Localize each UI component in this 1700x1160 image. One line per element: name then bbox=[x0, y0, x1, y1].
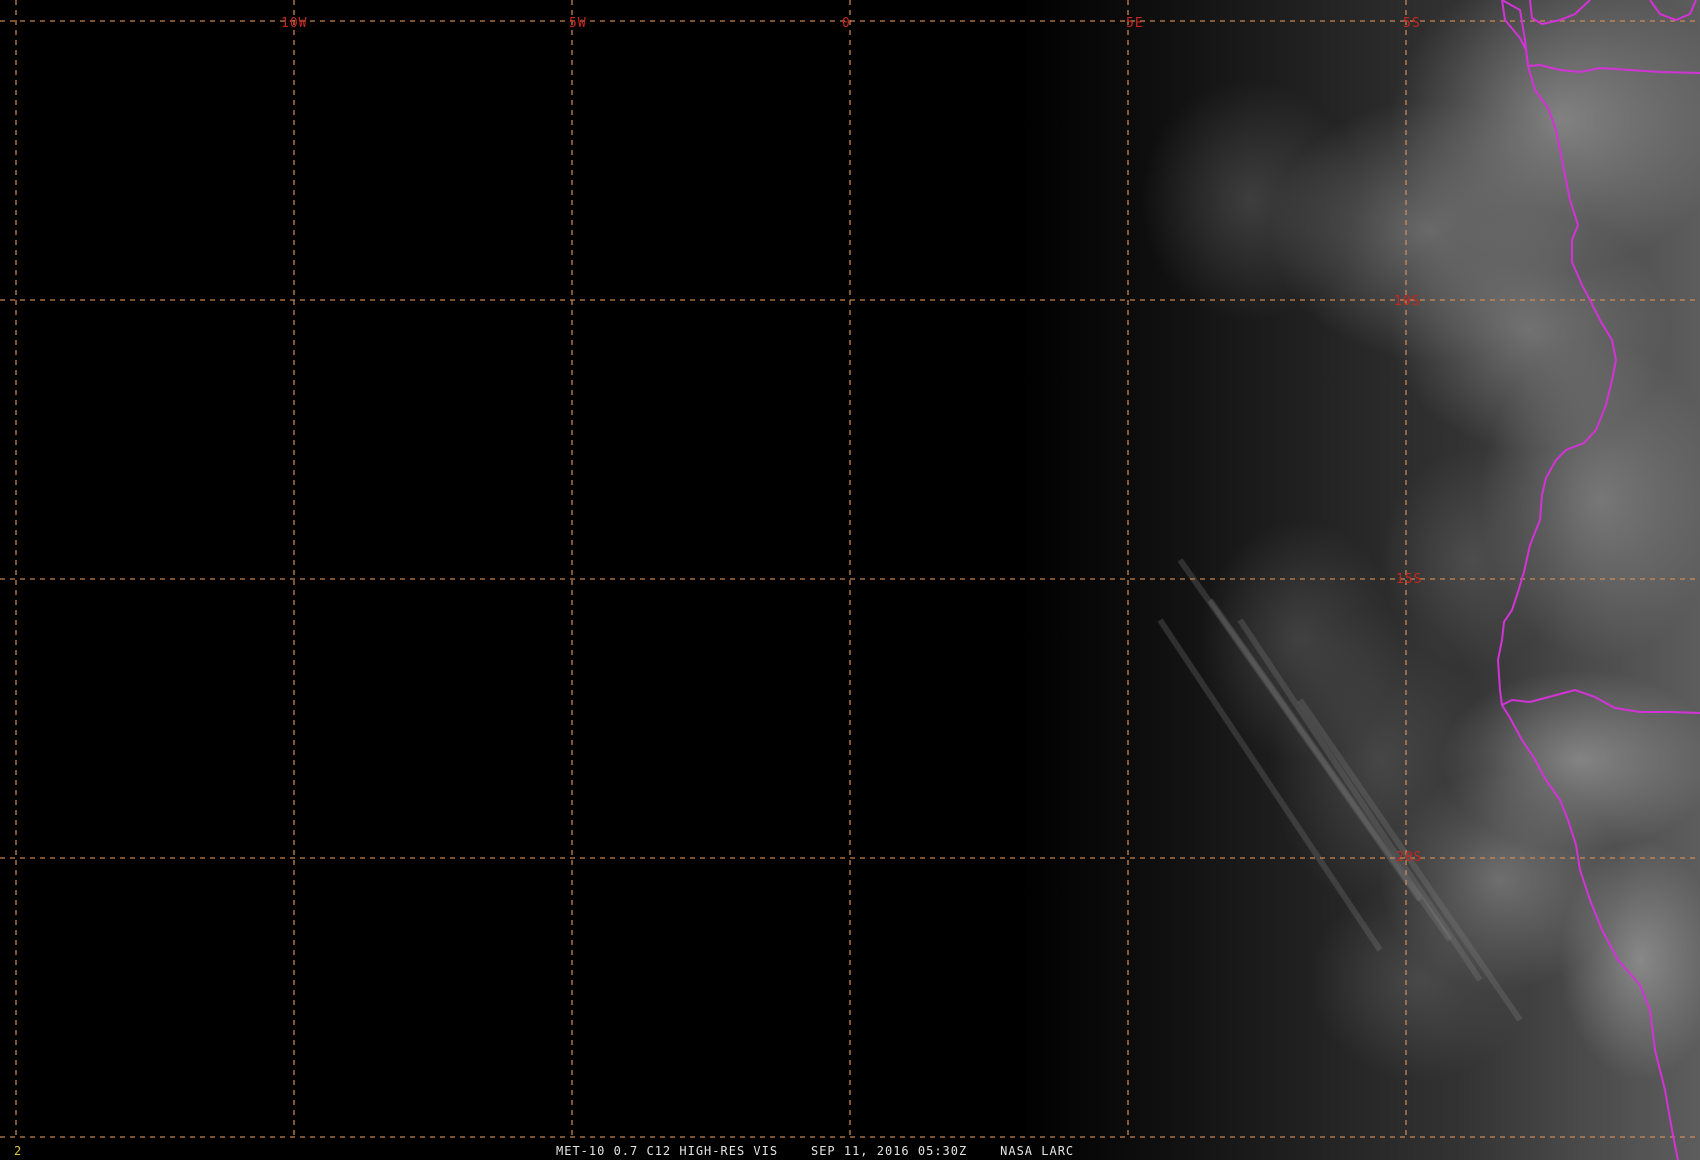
lon-label-5e: 5E bbox=[1126, 16, 1144, 31]
image-caption-bar: 2 MET-10 0.7 C12 HIGH-RES VIS SEP 11, 20… bbox=[0, 1143, 1700, 1160]
political-boundaries bbox=[1496, 0, 1700, 1160]
lon-label-0: 0 bbox=[842, 16, 851, 31]
lat-label-20s: 20S bbox=[1396, 850, 1422, 865]
border-north-b bbox=[1527, 63, 1700, 74]
lat-lon-grid bbox=[0, 0, 1700, 1138]
lon-label-5w: 5W bbox=[569, 16, 587, 31]
image-caption: MET-10 0.7 C12 HIGH-RES VIS SEP 11, 2016… bbox=[556, 1144, 1075, 1158]
border-north-d bbox=[1649, 0, 1697, 22]
grid-labels: 10W 5W 0 5E 5S 10S 15S 20S bbox=[281, 16, 1422, 865]
border-south bbox=[1501, 688, 1700, 714]
map-overlay: 10W 5W 0 5E 5S 10S 15S 20S bbox=[0, 0, 1700, 1160]
satellite-image-viewer: 10W 5W 0 5E 5S 10S 15S 20S 2 MET-10 0.7 … bbox=[0, 0, 1700, 1160]
lon-label-10w: 10W bbox=[281, 16, 307, 31]
coastline bbox=[1496, 0, 1679, 1160]
lat-label-15s: 15S bbox=[1396, 572, 1422, 587]
lat-label-10s: 10S bbox=[1394, 294, 1420, 309]
panel-number: 2 bbox=[14, 1144, 23, 1158]
lat-label-5s: 5S bbox=[1403, 16, 1421, 31]
